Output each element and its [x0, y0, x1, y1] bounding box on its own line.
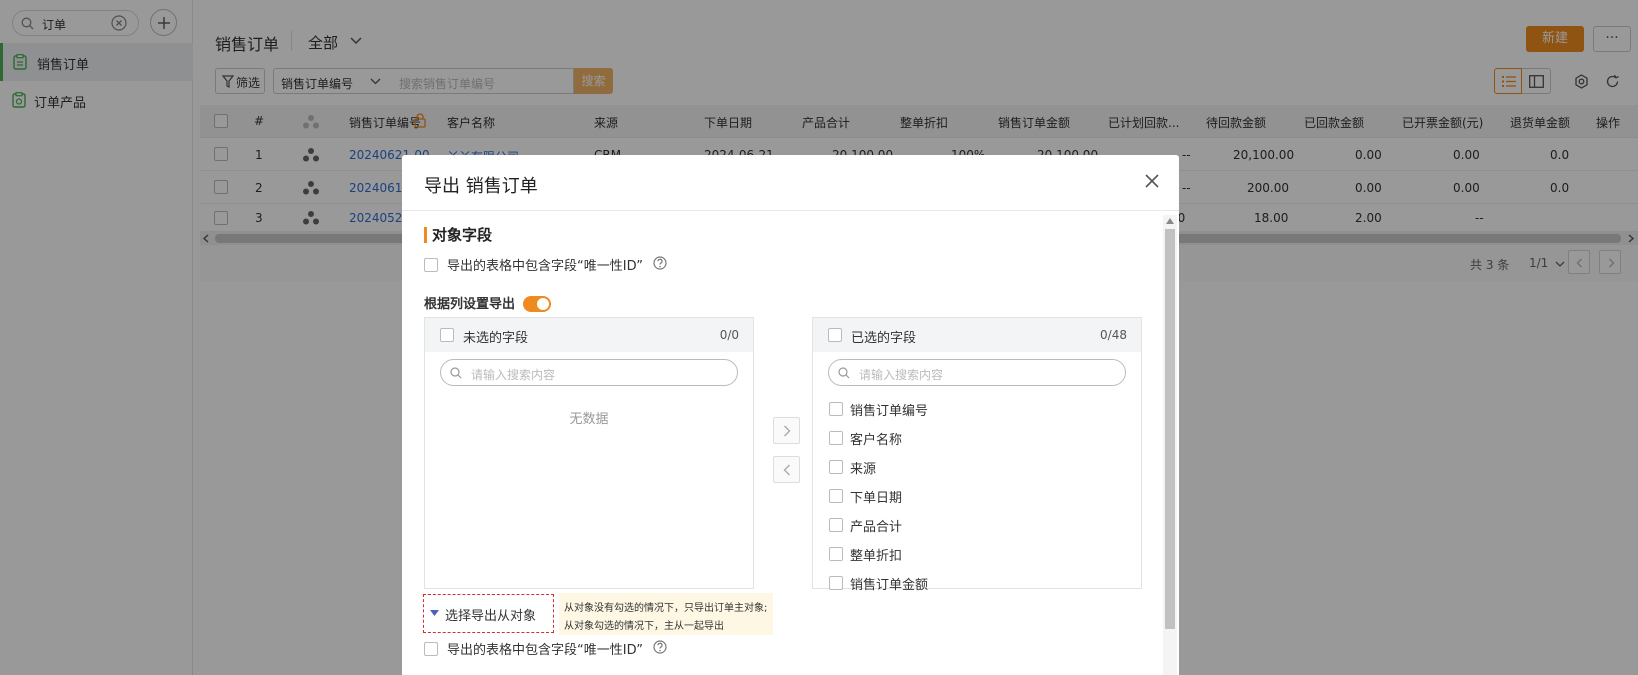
field-label: 销售订单编号: [850, 404, 929, 419]
panel-header: 已选的字段 0/48: [813, 318, 1141, 352]
search-placeholder: 请输入搜索内容: [859, 368, 944, 382]
field-label: 客户名称: [850, 433, 903, 448]
unselected-select-all-checkbox[interactable]: [440, 328, 454, 342]
search-placeholder: 请输入搜索内容: [471, 368, 556, 382]
field-checkbox[interactable]: [829, 547, 843, 561]
empty-state: 无数据: [569, 412, 609, 427]
sub-object-hint: 从对象没有勾选的情况下，只导出订单主对象; 从对象勾选的情况下，主从一起导出: [559, 593, 773, 635]
include-unique-id-label: 导出的表格中包含字段“唯一性ID”: [447, 259, 643, 274]
export-by-columns-label: 根据列设置导出: [424, 297, 516, 312]
toggle-knob: [537, 298, 549, 310]
field-checkbox[interactable]: [829, 402, 843, 416]
panel-count: 0/48: [1100, 328, 1127, 342]
field-label: 销售订单金额: [850, 578, 929, 593]
selected-select-all-checkbox[interactable]: [828, 328, 842, 342]
field-checkbox[interactable]: [829, 431, 843, 445]
dialog-scrollbar[interactable]: [1163, 215, 1177, 675]
export-by-columns-toggle[interactable]: [523, 296, 551, 312]
panel-header: 未选的字段 0/0: [425, 318, 753, 352]
field-label: 来源: [850, 462, 877, 477]
field-label: 整单折扣: [850, 549, 903, 564]
dialog-title: 导出 销售订单: [424, 176, 538, 197]
sub-include-unique-id-checkbox[interactable]: [424, 642, 438, 656]
help-icon[interactable]: [653, 256, 667, 270]
panel-count: 0/0: [719, 328, 739, 342]
divider: [402, 210, 1179, 211]
field-checkbox[interactable]: [829, 518, 843, 532]
section-title: 对象字段: [424, 227, 492, 243]
panel-title: 未选的字段: [463, 331, 529, 346]
scroll-up-icon[interactable]: [1166, 218, 1174, 224]
search-icon: [838, 367, 850, 379]
unselected-fields-panel: 未选的字段 0/0 请输入搜索内容 无数据: [424, 317, 754, 589]
caret-down-icon: [430, 610, 439, 616]
field-label: 下单日期: [850, 491, 903, 506]
help-icon[interactable]: [653, 640, 667, 654]
move-left-button[interactable]: [773, 456, 800, 483]
hint-line: 从对象没有勾选的情况下，只导出订单主对象;: [564, 603, 768, 614]
field-checkbox[interactable]: [829, 576, 843, 590]
chevron-right-icon: [784, 425, 791, 437]
selected-search-input[interactable]: 请输入搜索内容: [828, 359, 1126, 386]
panel-title: 已选的字段: [851, 331, 917, 346]
sub-object-label: 选择导出从对象: [445, 609, 537, 624]
field-checkbox[interactable]: [829, 489, 843, 503]
export-dialog: 导出 销售订单 对象字段 导出的表格中包含字段“唯一性ID” 根据列设置导出 未…: [402, 155, 1179, 675]
sub-include-unique-id-label: 导出的表格中包含字段“唯一性ID”: [447, 643, 643, 658]
selected-fields-panel: 已选的字段 0/48 请输入搜索内容 销售订单编号 客户名称 来源 下单日期 产…: [812, 317, 1142, 593]
field-label: 产品合计: [850, 520, 903, 535]
search-icon: [450, 367, 462, 379]
move-right-button[interactable]: [773, 417, 800, 444]
chevron-left-icon: [783, 464, 790, 476]
scrollbar-thumb[interactable]: [1165, 229, 1175, 629]
field-checkbox[interactable]: [829, 460, 843, 474]
close-icon[interactable]: [1143, 172, 1161, 190]
hint-line: 从对象勾选的情况下，主从一起导出: [564, 621, 724, 632]
unselected-search-input[interactable]: 请输入搜索内容: [440, 359, 738, 386]
select-sub-object-toggle[interactable]: 选择导出从对象: [423, 594, 554, 633]
include-unique-id-checkbox[interactable]: [424, 258, 438, 272]
